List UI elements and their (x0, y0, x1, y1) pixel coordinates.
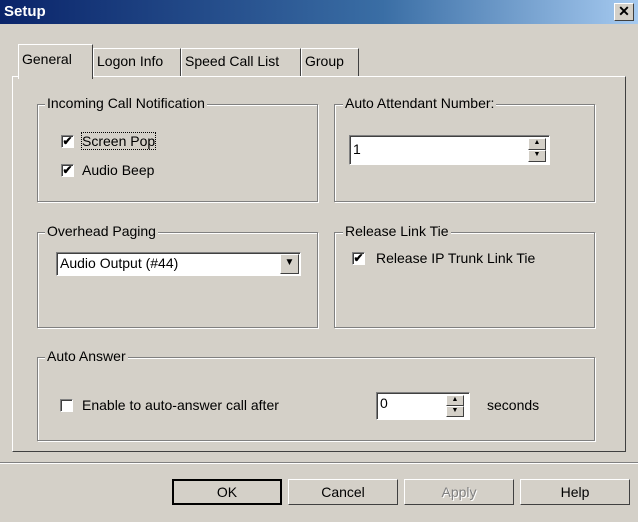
seconds-spin-down-button[interactable]: ▼ (446, 406, 464, 417)
release-ip-checkbox[interactable]: ✔ (352, 252, 365, 265)
audio-beep-label[interactable]: Audio Beep (82, 162, 154, 178)
arrow-down-icon: ▼ (451, 407, 459, 414)
tab-label: Group (305, 53, 344, 69)
tab-label: Logon Info (97, 53, 164, 69)
tab-label: Speed Call List (185, 53, 280, 69)
cancel-button[interactable]: Cancel (288, 479, 398, 505)
help-button[interactable]: Help (520, 479, 630, 505)
audio-beep-checkbox[interactable]: ✔ (61, 164, 74, 177)
arrow-up-icon: ▲ (533, 139, 541, 146)
auto-answer-legend: Auto Answer (45, 348, 128, 364)
release-link-tie-legend: Release Link Tie (343, 223, 451, 239)
arrow-down-icon: ▼ (533, 151, 541, 158)
auto-attendant-legend: Auto Attendant Number: (343, 95, 497, 111)
check-icon: ✔ (353, 251, 364, 265)
tab-speed-call-list[interactable]: Speed Call List (181, 48, 301, 76)
release-link-tie-group (334, 232, 595, 328)
spin-up-button[interactable]: ▲ (528, 138, 546, 150)
window-title: Setup (4, 3, 46, 20)
ok-button[interactable]: OK (172, 479, 282, 505)
separator (0, 462, 638, 464)
tab-logon-info[interactable]: Logon Info (93, 48, 181, 76)
tab-label: General (22, 51, 72, 67)
chevron-down-icon: ▼ (284, 257, 295, 268)
auto-answer-label[interactable]: Enable to auto-answer call after (82, 397, 279, 413)
spin-down-button[interactable]: ▼ (528, 150, 546, 162)
overhead-paging-legend: Overhead Paging (45, 223, 158, 239)
incoming-call-group (37, 104, 318, 202)
dropdown-button[interactable]: ▼ (280, 254, 299, 274)
tab-general[interactable]: General (18, 44, 93, 79)
check-icon: ✔ (62, 134, 73, 148)
tab-group[interactable]: Group (301, 48, 359, 76)
screen-pop-checkbox[interactable]: ✔ (61, 135, 74, 148)
seconds-label: seconds (487, 397, 540, 413)
auto-answer-checkbox[interactable] (60, 399, 73, 412)
auto-attendant-input[interactable]: 1 (349, 135, 550, 165)
screen-pop-label[interactable]: Screen Pop (80, 132, 157, 150)
apply-button[interactable]: Apply (404, 479, 514, 505)
overhead-paging-group (37, 232, 318, 328)
incoming-call-legend: Incoming Call Notification (45, 95, 207, 111)
check-icon: ✔ (62, 163, 73, 177)
overhead-paging-select[interactable]: Audio Output (#44) (56, 252, 301, 276)
release-ip-label[interactable]: Release IP Trunk Link Tie (376, 250, 535, 266)
title-bar[interactable] (0, 0, 638, 24)
arrow-up-icon: ▲ (451, 396, 459, 403)
close-button[interactable]: ✕ (614, 3, 634, 21)
close-icon: ✕ (618, 3, 630, 19)
seconds-spin-up-button[interactable]: ▲ (446, 395, 464, 406)
